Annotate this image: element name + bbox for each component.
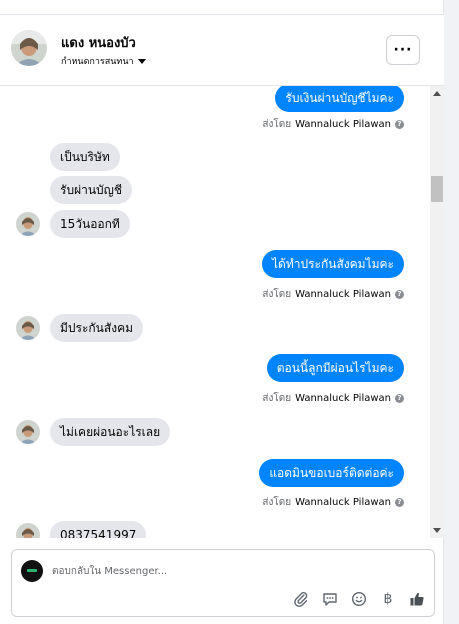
sent-by-line: ส่งโดย Wannaluck Pilawan ?: [262, 495, 404, 510]
page-gutter: [444, 0, 459, 624]
sent-by-line: ส่งโดย Wannaluck Pilawan ?: [262, 117, 404, 132]
scroll-down-arrow-icon[interactable]: [433, 528, 441, 533]
incoming-message: มีประกันสังคม: [50, 314, 144, 342]
sender-name: Wannaluck Pilawan: [295, 119, 391, 130]
incoming-message: 15วันออกที: [50, 210, 130, 238]
contact-avatar-small: [16, 523, 40, 538]
sender-name: Wannaluck Pilawan: [295, 393, 391, 404]
incoming-message: ไม่เคยผ่อนอะไรเลย: [50, 418, 171, 446]
more-options-button[interactable]: ···: [386, 35, 420, 65]
paperclip-icon[interactable]: [292, 590, 310, 608]
outgoing-message: แอดมินขอเบอร์ติดต่อค่ะ: [259, 459, 404, 487]
sender-name: Wannaluck Pilawan: [295, 289, 391, 300]
conversation-header: แดง หนองบัว กำหนดการสนทนา ···: [0, 14, 444, 86]
assign-conversation-dropdown[interactable]: กำหนดการสนทนา: [61, 54, 146, 68]
contact-avatar-small: [16, 316, 40, 340]
sent-by-line: ส่งโดย Wannaluck Pilawan ?: [262, 287, 404, 302]
sent-by-prefix: ส่งโดย: [262, 289, 292, 300]
incoming-message: เป็นบริษัท: [50, 143, 120, 171]
assign-label: กำหนดการสนทนา: [61, 57, 134, 67]
outgoing-message: ตอนนี้ลูกมีผ่อนไรไมคะ: [266, 354, 404, 382]
chat-bubble-icon[interactable]: [321, 590, 339, 608]
page-logo-mark: [27, 569, 37, 572]
smiley-icon[interactable]: [350, 590, 368, 608]
contact-avatar-small: [16, 212, 40, 236]
scrollbar-thumb[interactable]: [431, 176, 443, 202]
contact-avatar[interactable]: [11, 30, 47, 66]
reply-composer: ฿: [11, 549, 435, 617]
message-thread: รับเงินผ่านบัญชีไมคะ ส่งโดย Wannaluck Pi…: [0, 86, 430, 538]
sent-by-line: ส่งโดย Wannaluck Pilawan ?: [262, 391, 404, 406]
sent-by-prefix: ส่งโดย: [262, 497, 292, 508]
thread-scrollbar[interactable]: [430, 86, 444, 538]
sent-by-prefix: ส่งโดย: [262, 119, 292, 130]
conversation-panel: แดง หนองบัว กำหนดการสนทนา ··· รับเงินผ่า…: [0, 0, 444, 624]
thumbs-up-icon[interactable]: [408, 590, 426, 608]
incoming-message: รับผ่านบัญชี: [50, 176, 133, 204]
info-icon[interactable]: ?: [395, 394, 404, 403]
baht-icon[interactable]: ฿: [379, 590, 397, 608]
reply-input[interactable]: [52, 562, 422, 580]
incoming-message: 0837541997: [50, 521, 147, 538]
sent-by-prefix: ส่งโดย: [262, 393, 292, 404]
info-icon[interactable]: ?: [395, 120, 404, 129]
info-icon[interactable]: ?: [395, 498, 404, 507]
sender-name: Wannaluck Pilawan: [295, 497, 391, 508]
info-icon[interactable]: ?: [395, 290, 404, 299]
composer-toolbar: ฿: [292, 590, 426, 608]
caret-down-icon: [137, 58, 146, 64]
contact-avatar-small: [16, 420, 40, 444]
outgoing-message: รับเงินผ่านบัญชีไมคะ: [275, 86, 404, 112]
scroll-up-arrow-icon[interactable]: [433, 91, 441, 96]
contact-name[interactable]: แดง หนองบัว: [61, 32, 136, 53]
outgoing-message: ได้ทำประกันสังคมไมคะ: [262, 250, 404, 278]
page-avatar: [21, 560, 43, 582]
